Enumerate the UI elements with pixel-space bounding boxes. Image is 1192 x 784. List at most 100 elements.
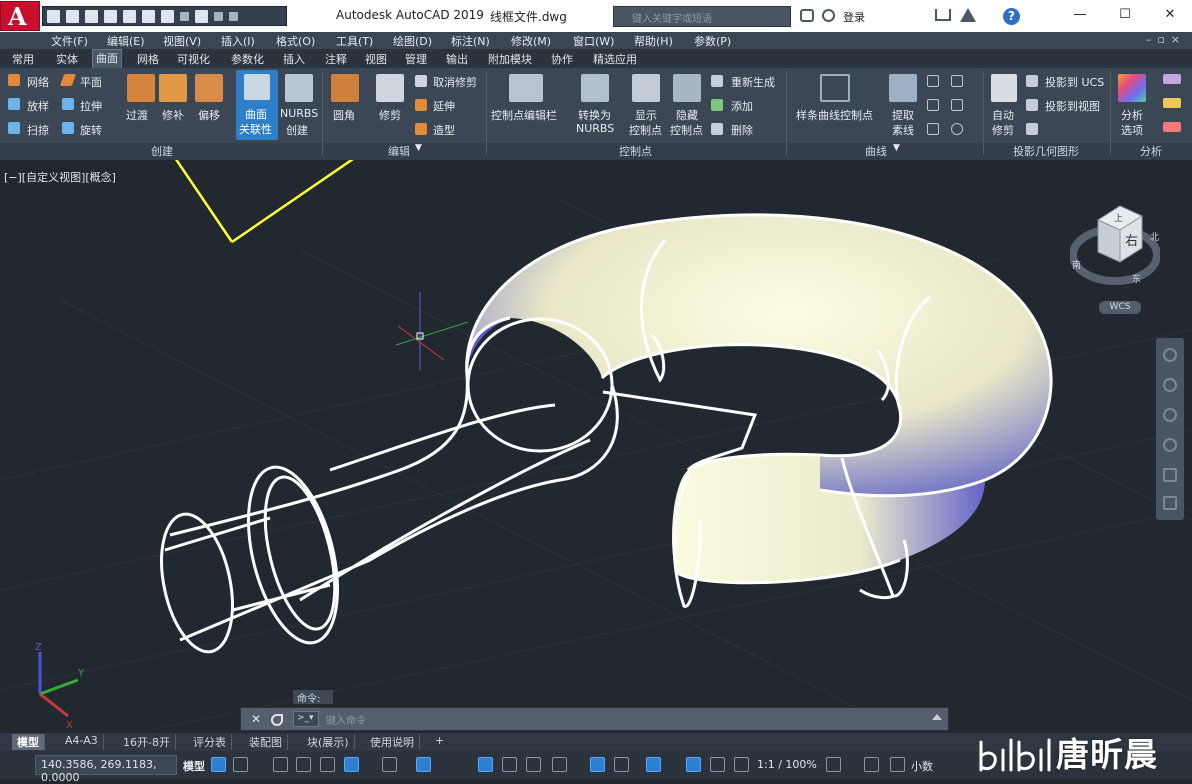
- snap-icon[interactable]: [233, 757, 248, 772]
- panel-title-curves[interactable]: 曲线: [865, 143, 887, 159]
- surface-associativity-toggle[interactable]: 曲面 关联性: [236, 70, 278, 140]
- command-input[interactable]: 键入命令: [326, 712, 366, 727]
- redo-icon[interactable]: [195, 9, 208, 23]
- tab-output[interactable]: 输出: [446, 51, 468, 67]
- tab-mesh[interactable]: 网格: [137, 51, 159, 67]
- tab-layout-score-sheet[interactable]: 评分表: [188, 734, 232, 750]
- infer-constraints-icon[interactable]: [273, 757, 288, 772]
- panel-title-edit[interactable]: 编辑: [388, 143, 410, 159]
- revolve-button[interactable]: 旋转: [80, 122, 102, 138]
- curve-tool-icon[interactable]: [927, 99, 939, 111]
- panel-expand-icon[interactable]: ▼: [893, 143, 900, 153]
- sculpt-button[interactable]: 造型: [433, 122, 455, 138]
- menu-help[interactable]: 帮助(H): [634, 33, 673, 49]
- convert-to-nurbs-button[interactable]: 转换为: [578, 107, 611, 123]
- recent-commands-icon[interactable]: >_▾: [293, 711, 319, 727]
- isodraft-icon[interactable]: [382, 757, 397, 772]
- undo-dropdown-icon[interactable]: [180, 11, 189, 21]
- minimize-button[interactable]: —: [1065, 4, 1095, 26]
- tab-home[interactable]: 常用: [12, 51, 34, 67]
- menu-window[interactable]: 窗口(W): [573, 33, 614, 49]
- tab-layout-16k-8k[interactable]: 16开-8开: [118, 734, 176, 750]
- curve-tool-icon[interactable]: [951, 123, 963, 135]
- panel-title-create[interactable]: 创建: [151, 143, 173, 159]
- polar-tracking-icon[interactable]: [344, 757, 359, 772]
- add-layout-button[interactable]: +: [430, 734, 449, 750]
- customize-wrench-icon[interactable]: [271, 714, 283, 726]
- command-history-toggle-icon[interactable]: [932, 714, 942, 720]
- draft-icon[interactable]: [1163, 122, 1181, 132]
- loft-button[interactable]: 放样: [27, 98, 49, 114]
- tab-manage[interactable]: 管理: [405, 51, 427, 67]
- grid-icon[interactable]: [211, 757, 226, 772]
- menu-format[interactable]: 格式(O): [276, 33, 315, 49]
- units-icon[interactable]: [890, 757, 905, 772]
- menu-parametric[interactable]: 参数(P): [694, 33, 731, 49]
- offset-button[interactable]: 偏移: [198, 107, 220, 123]
- gizmo-icon[interactable]: [646, 757, 661, 772]
- navbar-menu-icon[interactable]: [1163, 496, 1177, 510]
- save-as-icon[interactable]: [104, 9, 117, 23]
- curve-tool-icon[interactable]: [927, 123, 939, 135]
- viewport-controls-label[interactable]: [−][自定义视图][概念]: [4, 169, 116, 185]
- drawing-viewport[interactable]: Z Y X: [0, 160, 1192, 733]
- search-input[interactable]: 键入关键字或短语: [613, 6, 791, 27]
- a360-icon[interactable]: [960, 8, 976, 22]
- remove-cv-button[interactable]: 删除: [731, 122, 753, 138]
- menu-file[interactable]: 文件(F): [51, 33, 88, 49]
- rebuild-button[interactable]: 重新生成: [731, 74, 775, 90]
- nurbs-create-button[interactable]: NURBS: [280, 107, 318, 120]
- zoom-extents-icon[interactable]: [1163, 408, 1177, 422]
- network-button[interactable]: 网络: [27, 74, 49, 90]
- curve-tool-icon[interactable]: [927, 75, 939, 87]
- dynamic-ucs-icon[interactable]: [590, 757, 605, 772]
- lineweight-icon[interactable]: [478, 757, 493, 772]
- patch-button[interactable]: 修补: [162, 107, 184, 123]
- hide-cv-button[interactable]: 隐藏: [676, 107, 698, 123]
- trim-button[interactable]: 修剪: [379, 107, 401, 123]
- sweep-button[interactable]: 扫掠: [27, 122, 49, 138]
- annotation-scale-select[interactable]: 1:1 / 100%: [757, 758, 817, 771]
- document-window-controls[interactable]: –▫×: [1146, 33, 1186, 46]
- menu-dimension[interactable]: 标注(N): [451, 33, 490, 49]
- view-cube[interactable]: 右 上 南 东 北: [1070, 200, 1160, 315]
- annotation-visibility-icon[interactable]: [686, 757, 701, 772]
- curvature-icon[interactable]: [1163, 98, 1181, 108]
- annotation-monitor-icon[interactable]: [864, 757, 879, 772]
- tab-layout-block-demo[interactable]: 块(展示): [302, 734, 355, 750]
- project-vector-icon[interactable]: [1026, 123, 1038, 135]
- cart-icon[interactable]: [935, 9, 951, 21]
- help-icon[interactable]: ?: [1003, 8, 1020, 25]
- menu-view[interactable]: 视图(V): [163, 33, 201, 49]
- model-space-button[interactable]: 模型: [183, 758, 205, 774]
- menu-tools[interactable]: 工具(T): [336, 33, 373, 49]
- tab-view[interactable]: 视图: [365, 51, 387, 67]
- cv-edit-bar-button[interactable]: 控制点编辑栏: [491, 107, 557, 123]
- extend-button[interactable]: 延伸: [433, 98, 455, 114]
- tab-addins[interactable]: 附加模块: [488, 51, 532, 67]
- wcs-menu[interactable]: WCS: [1099, 301, 1141, 314]
- save-icon[interactable]: [85, 9, 98, 23]
- selection-filter-icon[interactable]: [614, 757, 629, 772]
- pan-icon[interactable]: [1163, 378, 1177, 392]
- binoculars-icon[interactable]: [800, 9, 814, 22]
- tab-annotate[interactable]: 注释: [325, 51, 347, 67]
- torus-surface[interactable]: [466, 214, 1052, 583]
- auto-trim-button[interactable]: 自动: [992, 107, 1014, 123]
- tab-solid[interactable]: 实体: [56, 51, 78, 67]
- fillet-button[interactable]: 圆角: [333, 107, 355, 123]
- curve-tool-icon[interactable]: [951, 75, 963, 87]
- zebra-icon[interactable]: [1163, 74, 1181, 84]
- undo-icon[interactable]: [161, 9, 174, 23]
- ortho-icon[interactable]: [320, 757, 335, 772]
- tab-model[interactable]: 模型: [12, 734, 45, 750]
- planar-button[interactable]: 平面: [80, 74, 102, 90]
- qat-customize-icon[interactable]: [229, 11, 238, 21]
- print-icon[interactable]: [142, 9, 155, 23]
- auto-scale-icon[interactable]: [710, 757, 725, 772]
- add-cv-button[interactable]: 添加: [731, 98, 753, 114]
- workspace-gear-icon[interactable]: [826, 757, 841, 772]
- project-to-view-button[interactable]: 投影到视图: [1045, 98, 1100, 114]
- untrim-button[interactable]: 取消修剪: [433, 74, 477, 90]
- steering-wheel-icon[interactable]: [1163, 348, 1177, 362]
